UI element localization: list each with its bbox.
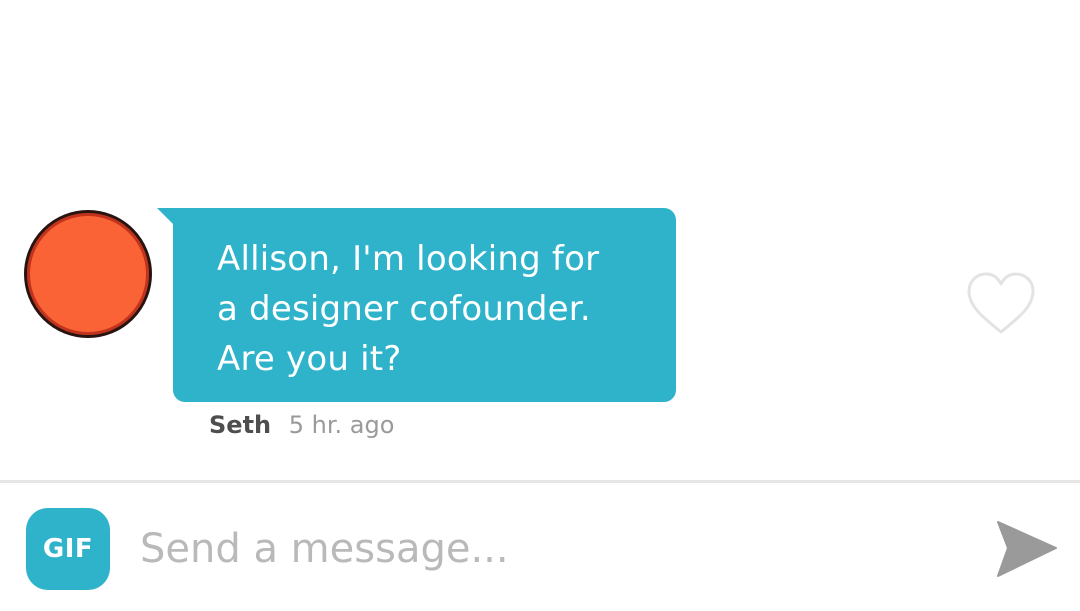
message-bubble[interactable]: Allison, I'm looking for a designer cofo… bbox=[173, 208, 676, 402]
message-timestamp: 5 hr. ago bbox=[288, 411, 395, 439]
gif-button[interactable]: GIF bbox=[26, 508, 110, 590]
message-input[interactable] bbox=[140, 516, 940, 582]
send-icon[interactable] bbox=[994, 518, 1058, 578]
message-meta: Seth 5 hr. ago bbox=[209, 408, 394, 442]
message-sender: Seth bbox=[209, 411, 272, 439]
composer-divider bbox=[0, 480, 1080, 483]
chat-screen: Allison, I'm looking for a designer cofo… bbox=[0, 0, 1080, 611]
message-text: Allison, I'm looking for a designer cofo… bbox=[217, 239, 600, 379]
avatar[interactable] bbox=[24, 210, 152, 338]
heart-icon[interactable] bbox=[964, 270, 1038, 336]
